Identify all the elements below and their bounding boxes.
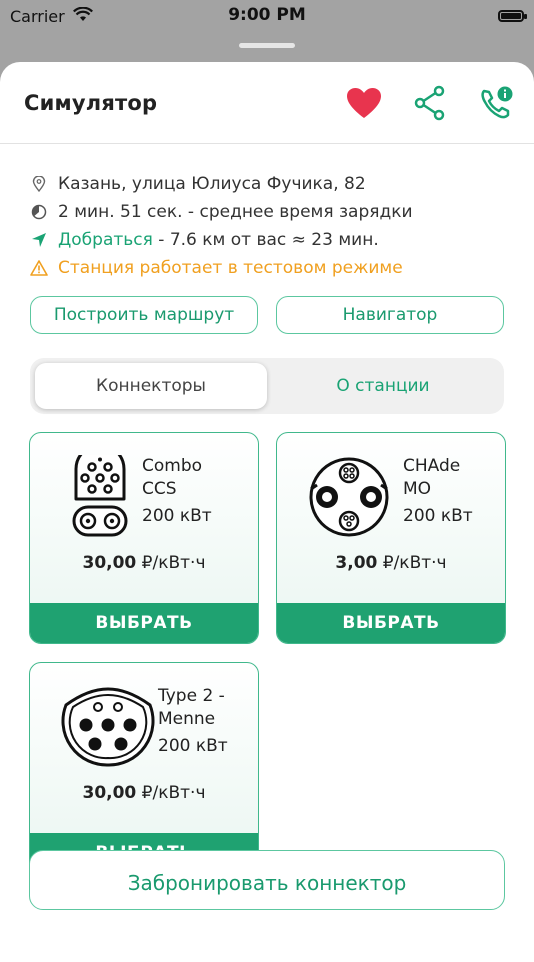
book-connector-button[interactable]: Забронировать коннектор [29, 850, 505, 910]
station-sheet: Симулятор Казань, улица Юлиуса Фучика, 8… [0, 62, 534, 962]
heart-icon [347, 87, 381, 118]
combo-ccs-connector-icon [72, 455, 128, 537]
connector-name: Type 2 - Menne [158, 686, 225, 729]
connector-card[interactable]: Combo CCS 200 кВт 30,00 ₽/кВт·ч ВЫБРАТЬ [29, 432, 259, 644]
navigator-button[interactable]: Навигатор [276, 296, 504, 334]
price-value: 30,00 [82, 553, 137, 573]
chademo-connector-icon [309, 457, 389, 537]
tab-switcher: Коннекторы О станции [30, 358, 504, 414]
address-row: Казань, улица Юлиуса Фучика, 82 [30, 170, 504, 198]
favorite-button[interactable] [344, 83, 384, 123]
charge-time-text: 2 мин. 51 сек. - среднее время зарядки [58, 202, 413, 222]
share-button[interactable] [410, 83, 450, 123]
status-bar: Carrier 9:00 PM [0, 0, 534, 32]
connector-price: 30,00 ₽/кВт·ч [30, 783, 258, 803]
connector-grid: Combo CCS 200 кВт 30,00 ₽/кВт·ч ВЫБРАТЬ [0, 414, 534, 874]
connector-name: CHAde MO [403, 456, 461, 499]
route-row: Добраться - 7.6 км от вас ≈ 23 мин. [30, 226, 504, 254]
battery-icon [498, 10, 527, 22]
route-distance: - 7.6 км от вас ≈ 23 мин. [152, 230, 379, 250]
tab-connectors[interactable]: Коннекторы [35, 363, 267, 409]
share-icon [414, 85, 445, 120]
connector-price: 30,00 ₽/кВт·ч [30, 553, 258, 573]
tab-about-station[interactable]: О станции [267, 363, 499, 409]
call-button[interactable] [476, 83, 516, 123]
test-mode-warning: Станция работает в тестовом режиме [58, 258, 403, 278]
carrier-label: Carrier [10, 6, 65, 26]
connector-power: 200 кВт [158, 736, 228, 756]
warning-row: Станция работает в тестовом режиме [30, 254, 504, 282]
station-info: Казань, улица Юлиуса Фучика, 82 2 мин. 5… [0, 144, 534, 282]
wifi-icon [72, 6, 93, 26]
price-unit: ₽/кВт·ч [377, 553, 447, 573]
type2-connector-icon [61, 687, 155, 767]
price-value: 30,00 [82, 783, 137, 803]
connector-power: 200 кВт [142, 506, 212, 526]
route-link[interactable]: Добраться [58, 230, 153, 250]
header-actions [344, 83, 516, 123]
sheet-header: Симулятор [0, 62, 534, 144]
select-connector-button[interactable]: ВЫБРАТЬ [277, 603, 505, 643]
connector-power: 200 кВт [403, 506, 473, 526]
select-connector-button[interactable]: ВЫБРАТЬ [30, 603, 258, 643]
connector-card[interactable]: CHAde MO 200 кВт 3,00 ₽/кВт·ч ВЫБРАТЬ [276, 432, 506, 644]
page-title: Симулятор [24, 90, 158, 115]
warning-icon [30, 260, 48, 276]
price-unit: ₽/кВт·ч [136, 553, 206, 573]
connector-card[interactable]: Type 2 - Menne 200 кВт 30,00 ₽/кВт·ч ВЫБ… [29, 662, 259, 874]
charge-time-row: 2 мин. 51 сек. - среднее время зарядки [30, 198, 504, 226]
clock-icon [30, 204, 48, 220]
connector-price: 3,00 ₽/кВт·ч [277, 553, 505, 573]
location-pin-icon [30, 176, 48, 192]
build-route-button[interactable]: Построить маршрут [30, 296, 258, 334]
navigation-arrow-icon [30, 232, 48, 248]
action-buttons: Построить маршрут Навигатор [0, 282, 534, 334]
connector-name: Combo CCS [142, 456, 203, 499]
phone-info-icon [481, 86, 513, 118]
sheet-grabber[interactable] [239, 43, 295, 48]
price-unit: ₽/кВт·ч [136, 783, 206, 803]
address-text: Казань, улица Юлиуса Фучика, 82 [58, 174, 366, 194]
price-value: 3,00 [335, 553, 378, 573]
